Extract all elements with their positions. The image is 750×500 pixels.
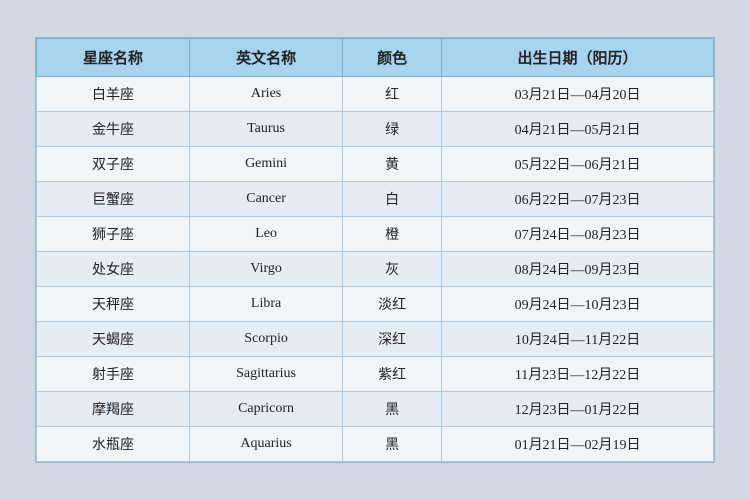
- cell-chinese: 摩羯座: [37, 392, 190, 427]
- cell-english: Cancer: [190, 182, 343, 217]
- cell-chinese: 水瓶座: [37, 427, 190, 462]
- cell-date: 01月21日—02月19日: [442, 427, 714, 462]
- table-row: 天蝎座Scorpio深红10月24日—11月22日: [37, 322, 714, 357]
- cell-english: Gemini: [190, 147, 343, 182]
- cell-date: 04月21日—05月21日: [442, 112, 714, 147]
- cell-english: Capricorn: [190, 392, 343, 427]
- cell-chinese: 天蝎座: [37, 322, 190, 357]
- cell-chinese: 天秤座: [37, 287, 190, 322]
- table-row: 摩羯座Capricorn黑12月23日—01月22日: [37, 392, 714, 427]
- cell-english: Leo: [190, 217, 343, 252]
- cell-chinese: 射手座: [37, 357, 190, 392]
- cell-english: Taurus: [190, 112, 343, 147]
- cell-color: 淡红: [343, 287, 442, 322]
- table-row: 射手座Sagittarius紫红11月23日—12月22日: [37, 357, 714, 392]
- cell-chinese: 金牛座: [37, 112, 190, 147]
- cell-english: Sagittarius: [190, 357, 343, 392]
- cell-date: 12月23日—01月22日: [442, 392, 714, 427]
- cell-english: Aries: [190, 77, 343, 112]
- table-row: 狮子座Leo橙07月24日—08月23日: [37, 217, 714, 252]
- cell-date: 10月24日—11月22日: [442, 322, 714, 357]
- cell-chinese: 双子座: [37, 147, 190, 182]
- cell-chinese: 处女座: [37, 252, 190, 287]
- cell-date: 03月21日—04月20日: [442, 77, 714, 112]
- table-row: 天秤座Libra淡红09月24日—10月23日: [37, 287, 714, 322]
- cell-chinese: 巨蟹座: [37, 182, 190, 217]
- cell-date: 06月22日—07月23日: [442, 182, 714, 217]
- cell-color: 橙: [343, 217, 442, 252]
- table-row: 水瓶座Aquarius黑01月21日—02月19日: [37, 427, 714, 462]
- table-body: 白羊座Aries红03月21日—04月20日金牛座Taurus绿04月21日—0…: [37, 77, 714, 462]
- col-header-chinese: 星座名称: [37, 39, 190, 77]
- cell-date: 11月23日—12月22日: [442, 357, 714, 392]
- cell-color: 黑: [343, 392, 442, 427]
- cell-date: 07月24日—08月23日: [442, 217, 714, 252]
- col-header-color: 颜色: [343, 39, 442, 77]
- table-row: 处女座Virgo灰08月24日—09月23日: [37, 252, 714, 287]
- cell-english: Scorpio: [190, 322, 343, 357]
- table-row: 金牛座Taurus绿04月21日—05月21日: [37, 112, 714, 147]
- col-header-english: 英文名称: [190, 39, 343, 77]
- col-header-date: 出生日期（阳历）: [442, 39, 714, 77]
- table-row: 白羊座Aries红03月21日—04月20日: [37, 77, 714, 112]
- cell-color: 紫红: [343, 357, 442, 392]
- cell-color: 绿: [343, 112, 442, 147]
- table-row: 双子座Gemini黄05月22日—06月21日: [37, 147, 714, 182]
- cell-color: 白: [343, 182, 442, 217]
- cell-english: Aquarius: [190, 427, 343, 462]
- cell-color: 深红: [343, 322, 442, 357]
- cell-color: 灰: [343, 252, 442, 287]
- cell-chinese: 白羊座: [37, 77, 190, 112]
- zodiac-table-container: 星座名称 英文名称 颜色 出生日期（阳历） 白羊座Aries红03月21日—04…: [35, 37, 715, 463]
- zodiac-table: 星座名称 英文名称 颜色 出生日期（阳历） 白羊座Aries红03月21日—04…: [36, 38, 714, 462]
- cell-date: 05月22日—06月21日: [442, 147, 714, 182]
- cell-chinese: 狮子座: [37, 217, 190, 252]
- cell-english: Virgo: [190, 252, 343, 287]
- table-row: 巨蟹座Cancer白06月22日—07月23日: [37, 182, 714, 217]
- cell-date: 08月24日—09月23日: [442, 252, 714, 287]
- cell-english: Libra: [190, 287, 343, 322]
- table-header-row: 星座名称 英文名称 颜色 出生日期（阳历）: [37, 39, 714, 77]
- cell-date: 09月24日—10月23日: [442, 287, 714, 322]
- cell-color: 黄: [343, 147, 442, 182]
- cell-color: 红: [343, 77, 442, 112]
- cell-color: 黑: [343, 427, 442, 462]
